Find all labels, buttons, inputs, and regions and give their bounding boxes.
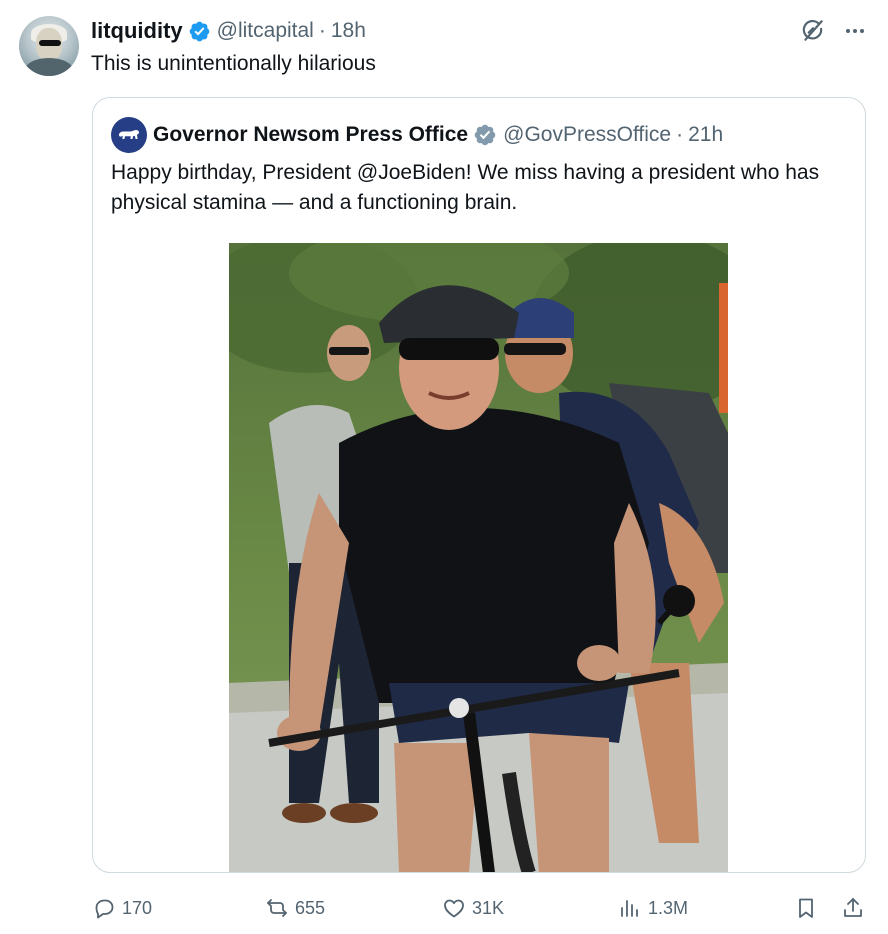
grok-icon[interactable]	[800, 18, 826, 44]
reply-icon	[95, 899, 114, 919]
tweet-text: This is unintentionally hilarious	[91, 52, 376, 75]
more-options-icon[interactable]	[842, 18, 868, 44]
bike-photo	[229, 243, 728, 872]
bookmark-button[interactable]	[794, 890, 818, 926]
reply-count: 170	[122, 897, 153, 918]
tweet-top-actions	[800, 18, 868, 44]
quoted-tweet-header: Governor Newsom Press Office @GovPressOf…	[111, 117, 723, 153]
share-button[interactable]	[841, 890, 865, 926]
tweet[interactable]: litquidity @litcapital · 18h This is uni…	[0, 0, 888, 934]
california-bear-icon	[119, 130, 139, 139]
quoted-author-handle[interactable]: @GovPressOffice	[503, 123, 671, 147]
quoted-author-avatar[interactable]	[111, 117, 147, 153]
like-count: 31K	[472, 897, 505, 918]
views-button[interactable]: 1.3M	[618, 890, 688, 926]
quoted-tweet-photo[interactable]	[229, 243, 728, 872]
share-icon	[844, 898, 862, 917]
reply-button[interactable]: 170	[92, 890, 152, 926]
verified-badge-icon	[189, 21, 209, 41]
quoted-tweet[interactable]: Governor Newsom Press Office @GovPressOf…	[92, 97, 866, 873]
quoted-separator-dot: ·	[676, 123, 684, 146]
bookmark-icon	[799, 898, 813, 918]
tweet-action-bar: 170 655 31K 1.3M	[0, 890, 888, 926]
avatar-coat	[25, 58, 73, 76]
views-count: 1.3M	[648, 897, 689, 918]
repost-button[interactable]: 655	[265, 890, 325, 926]
quoted-timestamp[interactable]: 21h	[688, 123, 723, 147]
heart-icon	[444, 899, 464, 918]
quoted-author-name[interactable]: Governor Newsom Press Office	[153, 123, 468, 147]
author-avatar[interactable]	[19, 16, 79, 76]
like-button[interactable]: 31K	[442, 890, 504, 926]
tweet-header: litquidity @litcapital · 18h	[91, 17, 366, 45]
separator-dot: ·	[318, 19, 326, 42]
author-handle[interactable]: @litcapital	[217, 19, 314, 43]
views-chart-icon	[621, 900, 638, 917]
repost-count: 655	[295, 897, 326, 918]
tweet-timestamp[interactable]: 18h	[331, 19, 366, 43]
gray-verified-badge-icon	[474, 124, 496, 146]
avatar-sunglasses	[39, 40, 61, 46]
author-name[interactable]: litquidity	[91, 18, 183, 44]
quoted-tweet-text: Happy birthday, President @JoeBiden! We …	[111, 161, 820, 214]
repost-icon	[267, 899, 287, 917]
